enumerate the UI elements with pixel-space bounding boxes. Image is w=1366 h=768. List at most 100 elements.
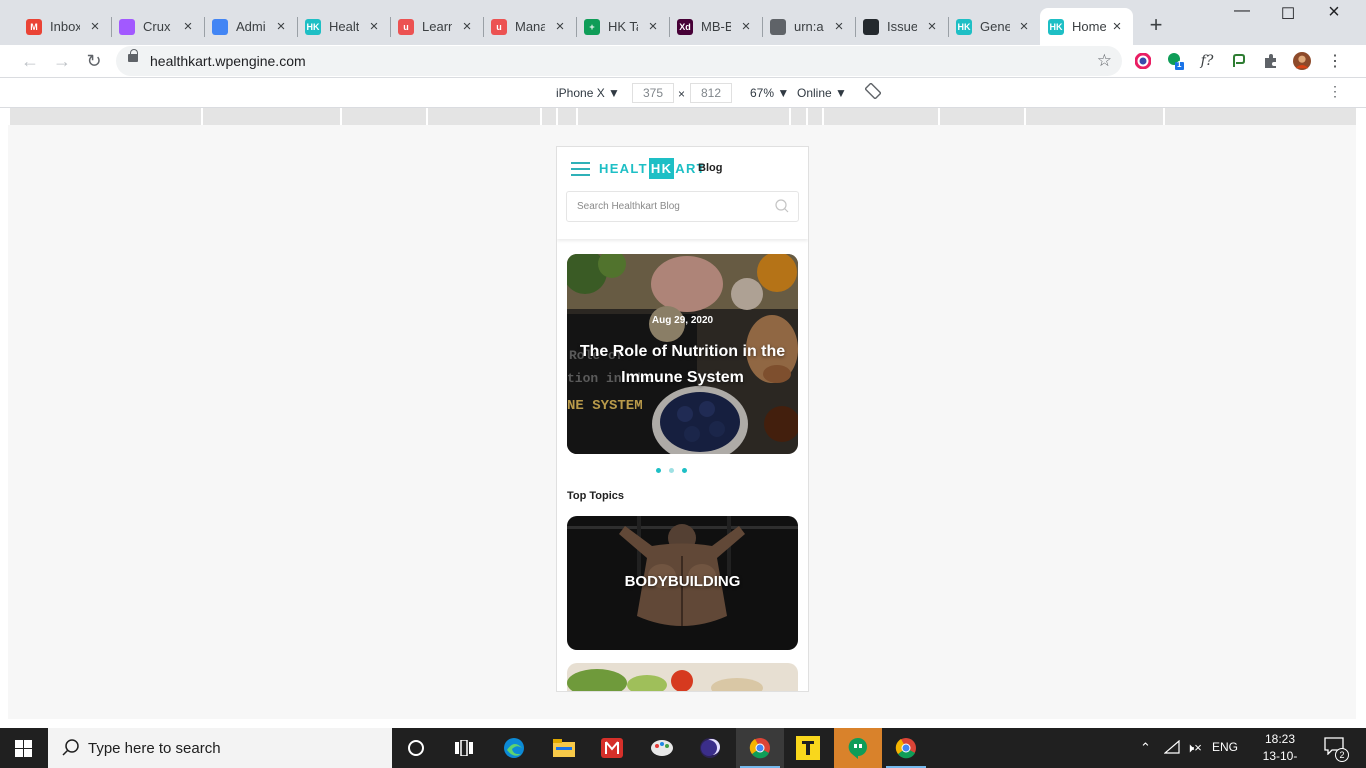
device-more-options-icon[interactable]: ⋮ bbox=[1328, 83, 1342, 100]
google-sheets-icon: + bbox=[584, 18, 600, 35]
mail-app-icon[interactable] bbox=[588, 728, 636, 768]
mobile-emulated-page: HEALT HK ART Blog Search Healthkart Blog bbox=[556, 146, 809, 692]
language-indicator[interactable]: ENG bbox=[1212, 740, 1238, 754]
extension-badge-icon[interactable]: 1 bbox=[1166, 52, 1184, 70]
blog-search-input[interactable]: Search Healthkart Blog bbox=[566, 191, 799, 222]
tab-title: Healt bbox=[329, 19, 359, 34]
network-throttle-select[interactable]: Online ▼ bbox=[797, 86, 847, 100]
browser-tab[interactable]: Crux × bbox=[111, 8, 205, 45]
carousel-dot-3[interactable] bbox=[682, 468, 687, 473]
bg-print-text-3: NE SYSTEM bbox=[567, 398, 643, 414]
address-bar[interactable]: healthkart.wpengine.com ☆ bbox=[116, 46, 1122, 76]
maximize-icon[interactable]: ☐ bbox=[1278, 4, 1298, 24]
show-hidden-icons-chevron-icon[interactable]: ⌃ bbox=[1140, 740, 1151, 756]
eclipse-app-icon[interactable] bbox=[686, 728, 734, 768]
search-icon bbox=[62, 739, 79, 756]
close-tab-icon[interactable]: × bbox=[924, 18, 940, 35]
paint-app-icon[interactable] bbox=[638, 728, 686, 768]
device-toolbar: iPhone X ▼ 375 × 812 67% ▼ Online ▼ ⋮ bbox=[0, 77, 1366, 108]
volume-muted-icon[interactable]: 🕨× bbox=[1186, 740, 1202, 756]
new-tab-button[interactable]: + bbox=[1145, 14, 1167, 36]
taskbar-search-placeholder: Type here to search bbox=[88, 740, 221, 757]
tab-title: Admin bbox=[236, 19, 266, 34]
height-input[interactable]: 812 bbox=[690, 83, 732, 103]
close-tab-icon[interactable]: × bbox=[645, 18, 661, 35]
reload-icon[interactable]: ↻ bbox=[83, 50, 105, 72]
tab-title: Crux bbox=[143, 19, 171, 34]
sticky-notes-icon[interactable] bbox=[784, 728, 832, 768]
browser-tab[interactable]: urn:a × bbox=[762, 8, 856, 45]
topic-card-bodybuilding[interactable]: BODYBUILDING bbox=[567, 516, 798, 650]
close-tab-icon[interactable]: × bbox=[180, 18, 196, 35]
carousel-dot-2[interactable] bbox=[669, 468, 674, 473]
zoom-select[interactable]: 67% ▼ bbox=[750, 86, 789, 100]
taskbar-clock[interactable]: 18:23 13-10-2020 bbox=[1252, 731, 1308, 768]
device-select[interactable]: iPhone X ▼ bbox=[556, 86, 620, 100]
color-picker-extension-icon[interactable] bbox=[1134, 52, 1152, 70]
profile-avatar[interactable] bbox=[1293, 52, 1311, 70]
close-tab-icon[interactable]: × bbox=[87, 18, 103, 35]
browser-tab[interactable]: Xd MB-B × bbox=[669, 8, 763, 45]
forward-icon[interactable]: → bbox=[51, 50, 73, 72]
edge-icon[interactable] bbox=[490, 728, 538, 768]
tab-title: Issue bbox=[887, 19, 917, 34]
close-tab-icon[interactable]: × bbox=[738, 18, 754, 35]
browser-tab[interactable]: Admin × bbox=[204, 8, 298, 45]
browser-menu-icon[interactable]: ⋮ bbox=[1326, 52, 1344, 70]
lock-icon[interactable] bbox=[128, 49, 138, 62]
back-icon[interactable]: ← bbox=[19, 50, 41, 72]
browser-tab[interactable]: u Mana × bbox=[483, 8, 577, 45]
bookmark-star-icon[interactable]: ☆ bbox=[1097, 51, 1112, 71]
file-explorer-icon[interactable] bbox=[540, 728, 588, 768]
hamburger-menu-icon[interactable] bbox=[571, 162, 590, 176]
close-tab-icon[interactable]: × bbox=[552, 18, 568, 35]
carousel-dot-1[interactable] bbox=[656, 468, 661, 473]
rotate-icon[interactable] bbox=[864, 82, 882, 102]
search-icon[interactable] bbox=[775, 199, 789, 213]
browser-tab[interactable]: Issue × bbox=[855, 8, 949, 45]
featured-post-card[interactable]: Role of tion in the NE SYSTEM Aug 29, 20… bbox=[567, 254, 798, 454]
close-tab-icon[interactable]: × bbox=[366, 18, 382, 35]
browser-tab[interactable]: M Inbox × bbox=[18, 8, 112, 45]
post-title[interactable]: The Role of Nutrition in the Immune Syst… bbox=[579, 339, 786, 391]
browser-tab[interactable]: HK Gene × bbox=[948, 8, 1040, 45]
close-tab-icon[interactable]: × bbox=[273, 18, 289, 35]
dimension-separator: × bbox=[678, 87, 686, 101]
hangouts-icon[interactable] bbox=[834, 728, 882, 768]
topic-card-2[interactable] bbox=[567, 663, 798, 691]
network-icon[interactable] bbox=[1163, 739, 1180, 757]
chrome-second-icon[interactable] bbox=[882, 728, 930, 768]
browser-tab[interactable]: HK Healt × bbox=[297, 8, 391, 45]
windows-taskbar: Type here to search ⌃ 🕨× ENG 18:23 13-10… bbox=[0, 728, 1366, 768]
browser-tab[interactable]: u Learn × bbox=[390, 8, 484, 45]
extensions-puzzle-icon[interactable] bbox=[1262, 52, 1280, 70]
topic-image-2 bbox=[567, 663, 798, 691]
close-window-icon[interactable]: × bbox=[1324, 1, 1344, 24]
tab-strip: MInbox×Crux×Admin×HKHealt×uLearn×uMana×+… bbox=[0, 0, 1366, 45]
browser-tab[interactable]: HK Home × bbox=[1040, 8, 1133, 45]
udemy-icon: u bbox=[398, 18, 414, 35]
url-text[interactable]: healthkart.wpengine.com bbox=[150, 53, 306, 69]
browser-tab[interactable]: + HK Ta × bbox=[576, 8, 670, 45]
close-tab-icon[interactable]: × bbox=[1016, 18, 1032, 35]
globe-icon bbox=[770, 18, 786, 35]
close-tab-icon[interactable]: × bbox=[1109, 18, 1125, 35]
background-window-edge bbox=[700, 719, 1366, 728]
taskbar-search-box[interactable]: Type here to search bbox=[48, 728, 392, 768]
close-tab-icon[interactable]: × bbox=[831, 18, 847, 35]
logo-text-start: HEALT bbox=[599, 161, 648, 176]
close-tab-icon[interactable]: × bbox=[459, 18, 475, 35]
grammar-extension-icon[interactable] bbox=[1230, 52, 1248, 70]
chrome-taskbar-icon[interactable] bbox=[736, 728, 784, 768]
media-query-bar[interactable] bbox=[10, 108, 1356, 125]
cortana-icon[interactable] bbox=[392, 728, 440, 768]
width-input[interactable]: 375 bbox=[632, 83, 674, 103]
tab-title: Inbox bbox=[50, 19, 80, 34]
windows-start-icon[interactable] bbox=[15, 740, 32, 757]
task-view-icon[interactable] bbox=[440, 728, 488, 768]
minimize-icon[interactable]: — bbox=[1232, 2, 1252, 20]
healthkart-icon: HK bbox=[956, 18, 972, 35]
fonts-extension-icon[interactable]: f? bbox=[1198, 52, 1216, 70]
healthkart-logo[interactable]: HEALT HK ART bbox=[599, 158, 706, 179]
notification-count-badge: 2 bbox=[1335, 748, 1349, 762]
